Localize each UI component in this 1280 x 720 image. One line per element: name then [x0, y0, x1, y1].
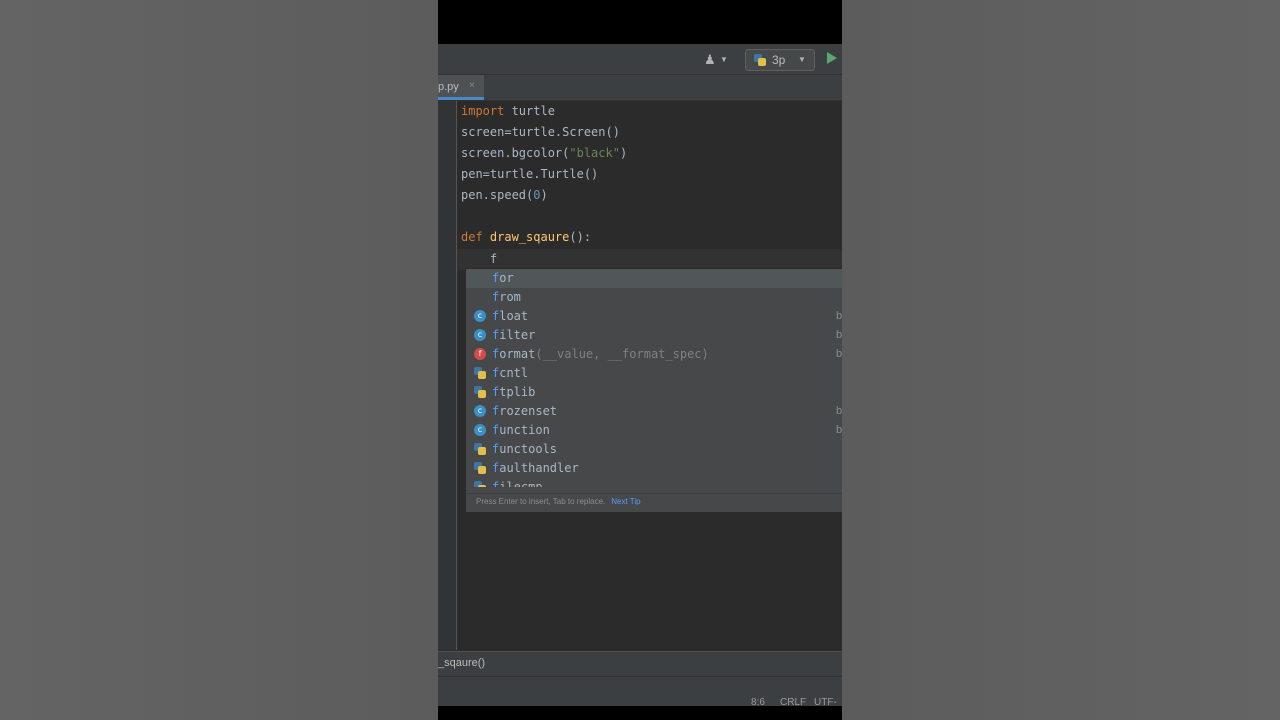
completion-item-source: b	[836, 310, 842, 322]
video-background-right	[842, 0, 1280, 720]
completion-item[interactable]: c frozenset b	[466, 402, 842, 421]
completion-item-label: function	[492, 423, 550, 437]
completion-item[interactable]: functools	[466, 440, 842, 459]
breadcrumb-bar: _sqaure()	[438, 651, 842, 676]
user-menu-button[interactable]: ♟ ▼	[704, 52, 730, 68]
completion-item[interactable]: c float b	[466, 307, 842, 326]
caret-position[interactable]: 8:6	[751, 697, 765, 706]
completion-popup: for from c float b c filter b f format(__value, _…	[465, 268, 842, 513]
completion-item[interactable]: faulthandler	[466, 459, 842, 478]
completion-item-label: fcntl	[492, 366, 529, 380]
python-module-icon	[474, 443, 486, 455]
line-gutter	[438, 101, 457, 650]
ide-window: ♟ ▼ 3p ▼ p.py × import turtle screen=tur…	[438, 44, 842, 706]
completion-item-label: functools	[492, 442, 558, 456]
tab-file[interactable]: p.py ×	[438, 75, 484, 100]
python-icon	[754, 54, 766, 66]
code-line: f	[461, 252, 498, 266]
completion-item-label: frozenset	[492, 404, 558, 418]
python-module-icon	[474, 481, 486, 487]
completion-item-label: filecmp	[492, 480, 543, 487]
completion-item[interactable]: fcntl	[466, 364, 842, 383]
code-line: pen.speed(0)	[461, 188, 548, 202]
completion-item-label: float	[492, 309, 529, 323]
current-line-highlight	[457, 249, 842, 270]
code-line: pen=turtle.Turtle()	[461, 167, 599, 181]
completion-item[interactable]: c filter b	[466, 326, 842, 345]
completion-tip-bar: Press Enter to insert, Tab to replace. Ne…	[466, 493, 842, 513]
completion-item[interactable]: from	[466, 288, 842, 307]
function-icon: f	[474, 348, 486, 360]
code-line: import turtle	[461, 104, 555, 118]
active-tab-indicator	[438, 97, 484, 100]
editor-tab-bar: p.py ×	[438, 75, 842, 101]
toolbar: ♟ ▼ 3p ▼	[438, 44, 842, 75]
chevron-down-icon: ▼	[798, 55, 806, 64]
completion-item-label: for	[492, 271, 514, 285]
completion-item-source: b	[836, 329, 842, 341]
class-icon: c	[474, 329, 486, 341]
next-tip-link[interactable]: Next Tip	[611, 497, 640, 506]
class-icon: c	[474, 424, 486, 436]
run-icon[interactable]	[827, 52, 837, 64]
status-bar: 8:6 CRLF UTF-8	[438, 676, 842, 706]
completion-item-source: b	[836, 405, 842, 417]
class-icon: c	[474, 310, 486, 322]
completion-item-label: from	[492, 290, 521, 304]
python-module-icon	[474, 386, 486, 398]
code-line: screen.bgcolor("black")	[461, 146, 628, 160]
completion-item-label: filter	[492, 328, 536, 342]
completion-item[interactable]: f format(__value, __format_spec) b	[466, 345, 842, 364]
breadcrumb[interactable]: _sqaure()	[438, 657, 485, 669]
user-icon: ♟	[704, 52, 716, 67]
python-module-icon	[474, 367, 486, 379]
completion-item[interactable]: filecmp	[466, 478, 842, 487]
code-line: screen=turtle.Screen()	[461, 125, 620, 139]
video-background-left	[0, 0, 438, 720]
video-frame: ♟ ▼ 3p ▼ p.py × import turtle screen=tur…	[438, 0, 842, 720]
completion-item[interactable]: c function b	[466, 421, 842, 440]
completion-item[interactable]: for	[466, 269, 842, 288]
run-configuration-select[interactable]: 3p ▼	[745, 49, 815, 71]
tab-label: p.py	[438, 81, 459, 93]
file-encoding[interactable]: UTF-8	[814, 697, 842, 706]
class-icon: c	[474, 405, 486, 417]
chevron-down-icon: ▼	[720, 55, 728, 64]
completion-item-source: b	[836, 424, 842, 436]
completion-item-params: (__value, __format_spec)	[535, 347, 709, 361]
completion-item-label: ftplib	[492, 385, 536, 399]
completion-item[interactable]: ftplib	[466, 383, 842, 402]
line-separator[interactable]: CRLF	[780, 697, 806, 706]
python-module-icon	[474, 462, 486, 474]
completion-item-label: format(__value, __format_spec)	[492, 347, 709, 361]
completion-tip: Press Enter to insert, Tab to replace. Ne…	[476, 497, 641, 506]
code-line: def draw_sqaure():	[461, 230, 592, 244]
run-configuration-label: 3p	[772, 53, 786, 67]
close-icon[interactable]: ×	[469, 80, 475, 91]
completion-item-source: b	[836, 348, 842, 360]
completion-item-label: faulthandler	[492, 461, 579, 475]
completion-list: for from c float b c filter b f format(__value, _…	[466, 269, 842, 487]
